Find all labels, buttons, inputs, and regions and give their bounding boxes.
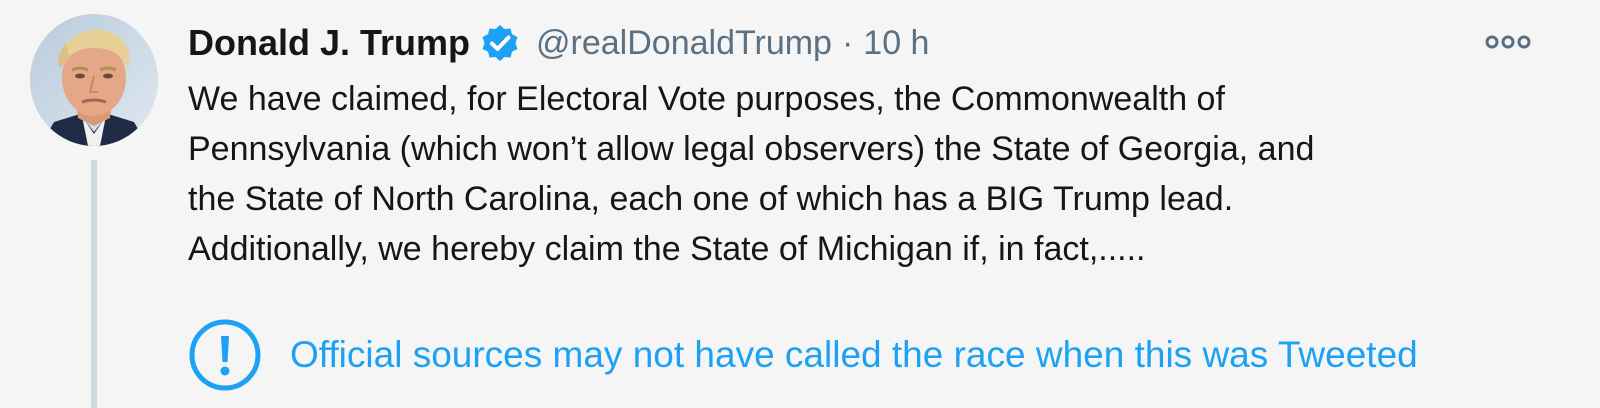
- tweet-timestamp[interactable]: 10 h: [863, 24, 929, 63]
- author-display-name[interactable]: Donald J. Trump: [188, 22, 470, 64]
- thread-line: [91, 160, 97, 408]
- more-horizontal-icon[interactable]: [1480, 22, 1536, 62]
- author-handle[interactable]: @realDonaldTrump: [536, 24, 832, 63]
- tweet-text: We have claimed, for Electoral Vote purp…: [188, 80, 1315, 268]
- tweet-header: Donald J. Trump @realDonaldTrump · 10 h: [188, 18, 929, 68]
- exclamation-circle-icon: [188, 318, 262, 392]
- avatar[interactable]: [30, 14, 158, 146]
- tweet[interactable]: Donald J. Trump @realDonaldTrump · 10 h …: [0, 0, 1600, 408]
- verified-badge-icon: [480, 23, 520, 63]
- election-notice-link[interactable]: Official sources may not have called the…: [188, 318, 1418, 392]
- election-notice-text[interactable]: Official sources may not have called the…: [290, 334, 1418, 376]
- separator-dot: ·: [841, 23, 854, 62]
- profile-photo: [30, 14, 158, 146]
